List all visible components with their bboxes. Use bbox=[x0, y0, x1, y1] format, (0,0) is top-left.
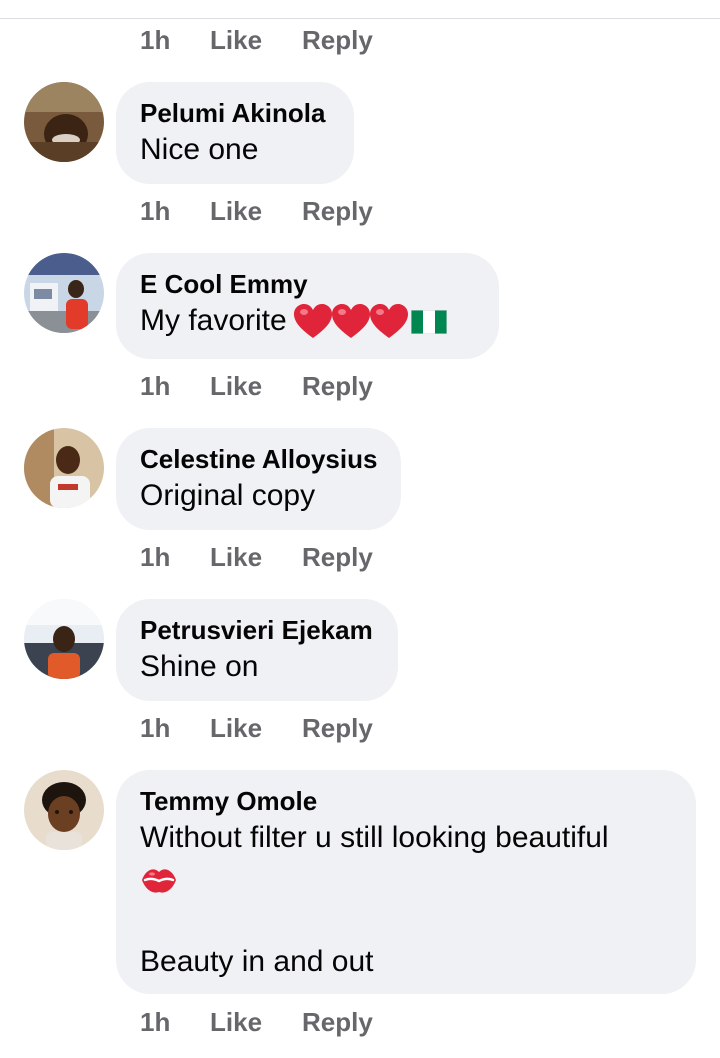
comment-text: Original copy bbox=[140, 479, 316, 512]
comment-bubble[interactable]: E Cool Emmy My favorite bbox=[116, 253, 499, 359]
top-divider bbox=[0, 18, 720, 19]
reply-button[interactable]: Reply bbox=[302, 541, 373, 573]
comment-text: Nice one bbox=[140, 133, 259, 166]
comment-actions: 1h Like Reply bbox=[140, 24, 373, 56]
avatar[interactable] bbox=[24, 599, 104, 679]
comment-text: Shine on bbox=[140, 650, 259, 683]
avatar[interactable] bbox=[24, 428, 104, 508]
heart-emoji-icon bbox=[293, 304, 332, 339]
like-button[interactable]: Like bbox=[210, 712, 302, 744]
reply-button[interactable]: Reply bbox=[302, 24, 373, 56]
like-button[interactable]: Like bbox=[210, 1006, 302, 1038]
heart-emoji-icon bbox=[369, 304, 408, 339]
comment-bubble[interactable]: Pelumi Akinola Nice one bbox=[116, 82, 354, 184]
heart-emoji-icon bbox=[331, 304, 370, 339]
comment-text-second: Beauty in and out bbox=[140, 945, 374, 978]
lips-emoji-icon bbox=[142, 869, 176, 893]
comment-time[interactable]: 1h bbox=[140, 24, 210, 56]
comment-bubble[interactable]: Celestine Alloysius Original copy bbox=[116, 428, 401, 530]
comment-author[interactable]: Pelumi Akinola bbox=[140, 96, 330, 130]
comment-author[interactable]: Temmy Omole bbox=[140, 784, 672, 818]
avatar[interactable] bbox=[24, 82, 104, 162]
comment-text: My favorite bbox=[140, 304, 287, 337]
comment-text: Without filter u still looking beautiful bbox=[140, 821, 609, 854]
comment-author[interactable]: E Cool Emmy bbox=[140, 267, 475, 301]
avatar[interactable] bbox=[24, 253, 104, 333]
comment-time[interactable]: 1h bbox=[140, 195, 210, 227]
comment-author[interactable]: Celestine Alloysius bbox=[140, 442, 377, 476]
comment-bubble[interactable]: Temmy Omole Without filter u still looki… bbox=[116, 770, 696, 994]
nigeria-flag-icon bbox=[410, 310, 447, 335]
avatar[interactable] bbox=[24, 770, 104, 850]
comment-actions: 1h Like Reply bbox=[140, 1006, 373, 1038]
emoji-line bbox=[140, 858, 672, 902]
like-button[interactable]: Like bbox=[210, 541, 302, 573]
comment-author[interactable]: Petrusvieri Ejekam bbox=[140, 613, 374, 647]
comment-actions: 1h Like Reply bbox=[140, 370, 373, 402]
like-button[interactable]: Like bbox=[210, 195, 302, 227]
reply-button[interactable]: Reply bbox=[302, 1006, 373, 1038]
reply-button[interactable]: Reply bbox=[302, 370, 373, 402]
comment-actions: 1h Like Reply bbox=[140, 195, 373, 227]
comment-actions: 1h Like Reply bbox=[140, 541, 373, 573]
comment-time[interactable]: 1h bbox=[140, 712, 210, 744]
comment-actions: 1h Like Reply bbox=[140, 712, 373, 744]
comment-time[interactable]: 1h bbox=[140, 1006, 210, 1038]
comment-time[interactable]: 1h bbox=[140, 370, 210, 402]
reply-button[interactable]: Reply bbox=[302, 712, 373, 744]
like-button[interactable]: Like bbox=[210, 24, 302, 56]
like-button[interactable]: Like bbox=[210, 370, 302, 402]
comment-bubble[interactable]: Petrusvieri Ejekam Shine on bbox=[116, 599, 398, 701]
emoji-group bbox=[293, 304, 447, 340]
reply-button[interactable]: Reply bbox=[302, 195, 373, 227]
comment-time[interactable]: 1h bbox=[140, 541, 210, 573]
comment-text-line: My favorite bbox=[140, 301, 475, 341]
